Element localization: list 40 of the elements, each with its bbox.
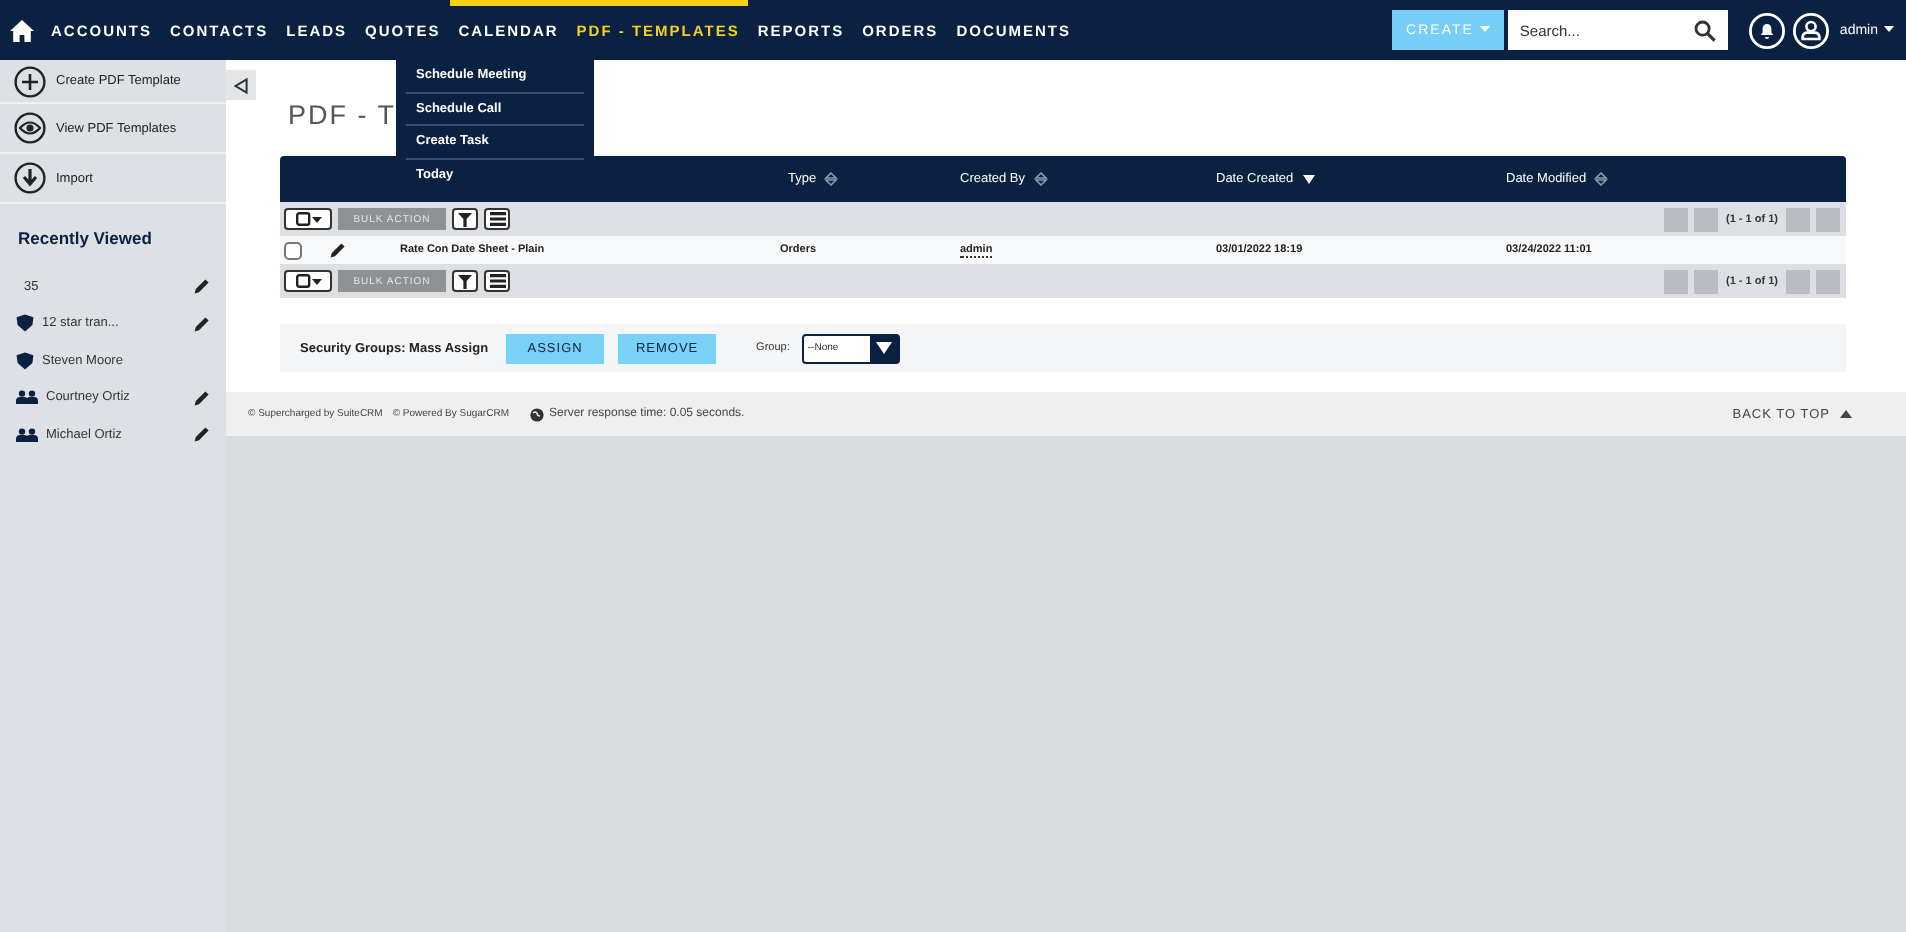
search-icon[interactable] — [1693, 19, 1716, 41]
eye-circle-icon — [14, 112, 46, 144]
checkbox-caret-icon — [295, 274, 321, 288]
sort-down-icon[interactable] — [1301, 172, 1316, 186]
sort-icon[interactable] — [1033, 172, 1048, 186]
globe-icon — [530, 407, 545, 421]
sort-icon[interactable] — [824, 172, 839, 186]
collapse-sidebar-button[interactable] — [226, 70, 256, 100]
filter-icon — [458, 211, 472, 227]
caret-icon — [875, 342, 892, 354]
notification-bell-icon[interactable] — [1747, 11, 1786, 49]
section-heading: Recently Viewed — [16, 226, 154, 252]
list-icon — [489, 274, 505, 288]
column-chooser-button[interactable] — [484, 270, 510, 292]
up-triangle-icon[interactable] — [1840, 410, 1852, 418]
filter-icon — [458, 273, 472, 289]
select-all-dropdown[interactable] — [284, 208, 332, 230]
caret-icon — [1479, 26, 1490, 33]
left-triangle-icon — [234, 77, 248, 93]
plus-circle-icon — [14, 65, 46, 97]
sort-icon[interactable] — [1594, 172, 1609, 186]
caret-icon — [1884, 26, 1894, 33]
home-icon[interactable] — [10, 19, 34, 41]
column-chooser-button[interactable] — [484, 208, 510, 230]
down-arrow-circle-icon — [14, 162, 46, 194]
checkbox-caret-icon — [295, 212, 321, 226]
pencil-icon[interactable] — [194, 426, 210, 443]
people-icon — [16, 390, 38, 405]
filter-button[interactable] — [452, 208, 478, 230]
user-avatar-icon[interactable] — [1791, 11, 1830, 49]
filter-button[interactable] — [452, 270, 478, 292]
pencil-icon[interactable] — [330, 242, 346, 258]
pencil-icon[interactable] — [194, 389, 210, 406]
page-title: PDF - T — [288, 100, 396, 130]
pencil-icon[interactable] — [194, 278, 210, 295]
list-icon — [489, 212, 505, 226]
pencil-icon[interactable] — [194, 315, 210, 332]
row-checkbox[interactable] — [284, 241, 302, 259]
people-icon — [16, 427, 38, 442]
select-all-dropdown[interactable] — [284, 270, 332, 292]
